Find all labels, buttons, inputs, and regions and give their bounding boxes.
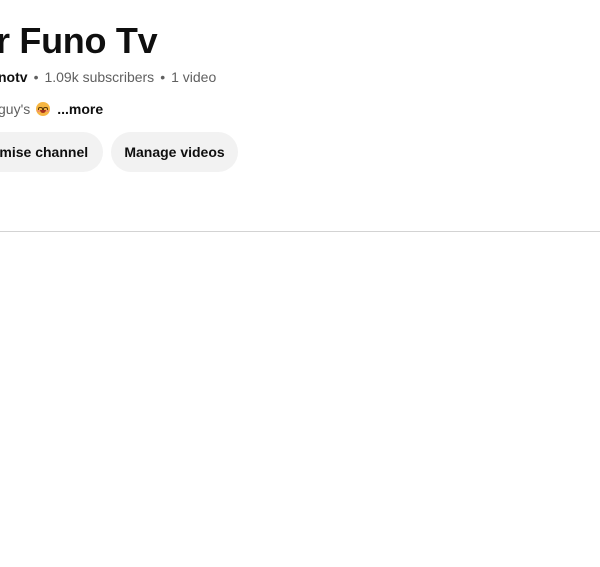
manage-videos-button[interactable]: Manage videos xyxy=(111,132,238,172)
channel-meta: notv • 1.09k subscribers • 1 video xyxy=(0,67,216,87)
tabs-divider xyxy=(0,231,600,232)
meta-separator: • xyxy=(160,69,166,85)
more-link[interactable]: ...more xyxy=(57,101,103,117)
meta-separator: • xyxy=(33,69,39,85)
channel-description[interactable]: guy's ...more xyxy=(0,99,103,119)
customise-channel-button[interactable]: omise channel xyxy=(0,132,103,172)
smiling-face-emoji-icon xyxy=(36,102,51,116)
video-count: 1 video xyxy=(171,69,217,85)
channel-page: r Funo Tv notv • 1.09k subscribers • 1 v… xyxy=(0,0,600,567)
channel-title: r Funo Tv xyxy=(0,20,158,61)
channel-handle[interactable]: notv xyxy=(0,69,28,85)
description-text: guy's xyxy=(0,101,31,117)
subscriber-count: 1.09k subscribers xyxy=(44,69,155,85)
